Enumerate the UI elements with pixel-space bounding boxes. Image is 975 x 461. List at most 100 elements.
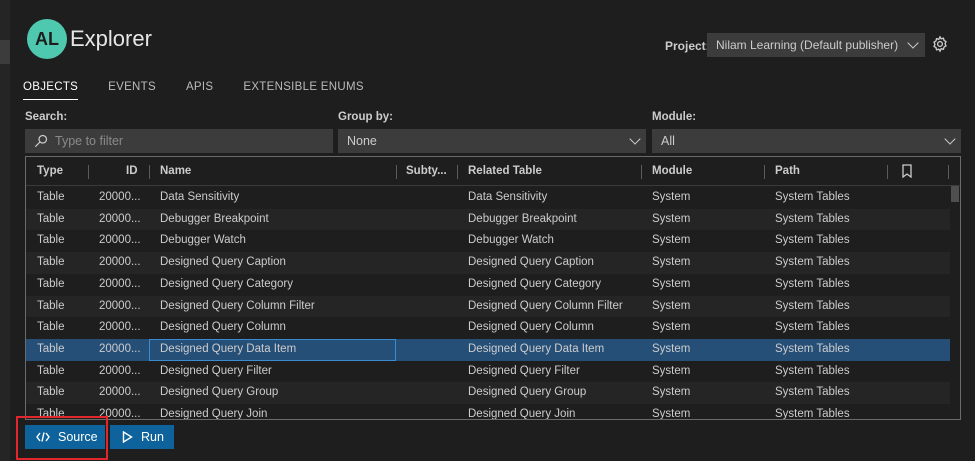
cell-name: Designed Query Column [160, 321, 286, 334]
al-logo: AL [27, 19, 67, 59]
column-header-related-table[interactable]: Related Table [468, 165, 542, 177]
module-select[interactable]: All [652, 129, 961, 153]
chevron-down-icon [944, 133, 956, 145]
cell-path: System Tables [775, 277, 850, 290]
cell-module: System [652, 234, 691, 247]
cell-path: System Tables [775, 299, 850, 312]
cell-type: Table [37, 321, 65, 334]
module-value: All [661, 134, 675, 148]
project-select[interactable]: Nilam Learning (Default publisher) [707, 33, 925, 57]
left-edge-notch [0, 40, 10, 64]
cell-path: System Tables [775, 234, 850, 247]
column-separator[interactable] [887, 165, 888, 179]
table-row[interactable]: Table 20000... Designed Query Join Designed… [26, 404, 950, 420]
table-row[interactable]: Table 20000... Designed Query Filter Design… [26, 361, 950, 383]
cell-name: Designed Query Caption [160, 256, 286, 269]
cell-module: System [652, 256, 691, 269]
cell-type: Table [37, 386, 65, 399]
cell-id: 20000... [99, 234, 141, 247]
groupby-label: Group by: [338, 111, 393, 123]
al-explorer-window: AL Explorer Project: Nilam Learning (Def… [0, 0, 975, 461]
table-row[interactable]: Table 20000... Debugger Watch Debugger Watc… [26, 230, 950, 252]
search-icon [34, 134, 48, 148]
cell-id: 20000... [99, 256, 141, 269]
cell-name: Debugger Breakpoint [160, 212, 269, 225]
cell-name: Designed Query Filter [160, 364, 272, 377]
cell-related: Designed Query Category [468, 277, 601, 290]
cell-name: Data Sensitivity [160, 191, 240, 203]
cell-module: System [652, 342, 691, 355]
cell-name: Designed Query Category [160, 277, 293, 290]
search-label: Search: [25, 111, 68, 123]
bookmark-icon[interactable] [901, 164, 913, 178]
tab-objects[interactable]: OBJECTS [23, 81, 79, 100]
column-separator[interactable] [88, 165, 89, 179]
column-header-name[interactable]: Name [160, 165, 191, 177]
table-row[interactable]: Table 20000... Data Sensitivity Data Sensit… [26, 187, 950, 209]
cell-path: System Tables [775, 408, 850, 420]
cell-path: System Tables [775, 212, 850, 225]
tab-apis[interactable]: APIS [186, 81, 213, 100]
column-header-module[interactable]: Module [652, 165, 692, 177]
table-row[interactable]: Table 20000... Designed Query Caption Desig… [26, 252, 950, 274]
cell-name: Debugger Watch [160, 234, 246, 247]
cell-id: 20000... [99, 191, 141, 203]
table-row[interactable]: Table 20000... Designed Query Data Item Des… [26, 338, 950, 361]
cell-path: System Tables [775, 256, 850, 269]
cell-type: Table [37, 234, 65, 247]
cell-related: Debugger Breakpoint [468, 212, 577, 225]
app-title: Explorer [70, 26, 152, 51]
cell-type: Table [37, 299, 65, 312]
cell-path: System Tables [775, 321, 850, 334]
vertical-scrollbar[interactable] [950, 186, 960, 419]
column-separator[interactable] [764, 165, 765, 179]
cell-type: Table [37, 256, 65, 269]
column-separator[interactable] [457, 165, 458, 179]
objects-table[interactable]: Type ID Name Subty... Related Table Modu… [25, 156, 961, 420]
cell-id: 20000... [99, 299, 141, 312]
cell-related: Designed Query Column [468, 321, 594, 334]
column-header-path[interactable]: Path [775, 165, 800, 177]
cell-module: System [652, 299, 691, 312]
gear-icon[interactable] [931, 35, 949, 53]
table-row[interactable]: Table 20000... Designed Query Column Filte… [26, 295, 950, 318]
tab-bar: OBJECTS EVENTS APIS EXTENSIBLE ENUMS [23, 81, 394, 100]
groupby-select[interactable]: None [338, 129, 646, 153]
column-separator[interactable] [396, 165, 397, 179]
run-button-label: Run [141, 430, 164, 444]
column-header-subtype[interactable]: Subty... [406, 165, 447, 177]
cell-related: Debugger Watch [468, 234, 554, 247]
cell-related: Designed Query Column Filter [468, 299, 623, 312]
search-placeholder: Type to filter [55, 134, 124, 148]
column-separator[interactable] [149, 165, 150, 179]
source-button-highlight [16, 416, 108, 460]
cell-name: Designed Query Group [160, 386, 279, 399]
cell-id: 20000... [99, 386, 141, 399]
cell-type: Table [37, 191, 65, 203]
column-separator[interactable] [948, 165, 949, 179]
table-row[interactable]: Table 20000... Debugger Breakpoint Debugger… [26, 208, 950, 231]
cell-related: Designed Query Group [468, 386, 587, 399]
cell-id: 20000... [99, 342, 141, 355]
focused-cell-outline [149, 338, 396, 361]
cell-related: Designed Query Join [468, 408, 576, 420]
column-separator[interactable] [641, 165, 642, 179]
cell-module: System [652, 191, 691, 203]
cell-id: 20000... [99, 212, 141, 225]
search-input[interactable]: Type to filter [25, 129, 333, 153]
run-button[interactable]: Run [110, 425, 174, 449]
column-header-type[interactable]: Type [37, 165, 63, 177]
cell-type: Table [37, 364, 65, 377]
left-edge-strip [0, 0, 10, 461]
table-row[interactable]: Table 20000... Designed Query Category Desi… [26, 274, 950, 296]
cell-module: System [652, 408, 691, 420]
play-icon [122, 431, 133, 443]
project-select-value: Nilam Learning (Default publisher) [716, 38, 899, 52]
cell-id: 20000... [99, 277, 141, 290]
table-row[interactable]: Table 20000... Designed Query Group Designe… [26, 382, 950, 404]
tab-extensible-enums[interactable]: EXTENSIBLE ENUMS [243, 81, 363, 100]
scrollbar-thumb[interactable] [951, 186, 959, 202]
table-row[interactable]: Table 20000... Designed Query Column Design… [26, 317, 950, 339]
tab-events[interactable]: EVENTS [108, 81, 156, 100]
column-header-id[interactable]: ID [126, 165, 138, 177]
